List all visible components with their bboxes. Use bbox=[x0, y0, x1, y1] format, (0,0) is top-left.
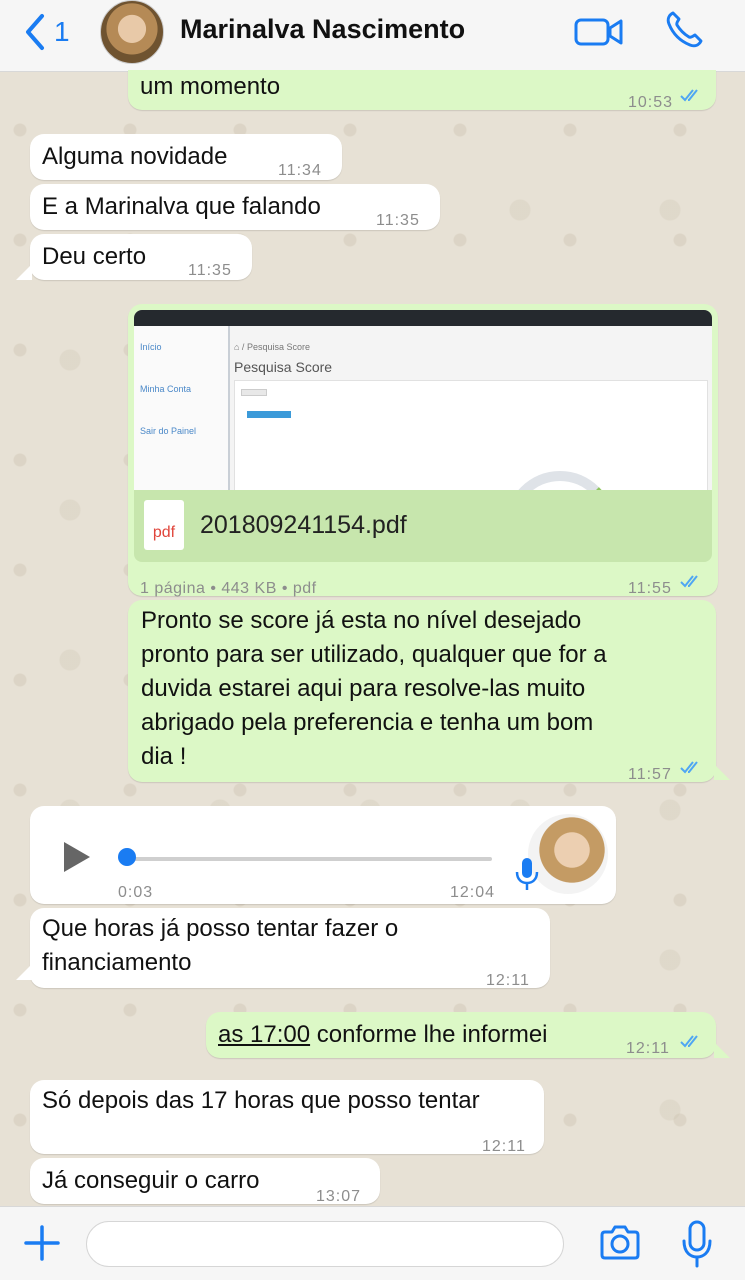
preview-brand: PROBUSCA bbox=[134, 310, 712, 334]
message-bubble-outgoing[interactable]: um momento 10:53 bbox=[128, 70, 716, 111]
pdf-file-icon: pdf bbox=[144, 500, 184, 550]
microphone-icon bbox=[515, 858, 539, 890]
message-text-line: pronto para ser utilizado, qualquer que … bbox=[141, 641, 607, 668]
preview-menu-item: Início bbox=[140, 342, 162, 352]
read-checkmarks-icon bbox=[680, 575, 698, 588]
document-preview[interactable]: PROBUSCA Início Minha Conta Sair do Pain… bbox=[134, 310, 712, 490]
message-bubble-incoming[interactable]: Que horas já posso tentar fazer o financ… bbox=[30, 908, 550, 989]
chat-header: 1 Marinalva Nascimento bbox=[0, 0, 745, 72]
microphone-icon[interactable] bbox=[680, 1219, 714, 1269]
message-time: 10:53 bbox=[628, 94, 674, 111]
message-text-line: abrigado pela preferencia e tenha um bom bbox=[141, 709, 594, 736]
message-text-line: dia ! bbox=[141, 743, 187, 770]
preview-menu-item: Sair do Painel bbox=[140, 426, 197, 436]
message-text-line: Pronto se score já esta no nível desejad… bbox=[141, 607, 582, 634]
camera-icon[interactable] bbox=[598, 1221, 642, 1265]
contact-avatar[interactable] bbox=[100, 0, 164, 64]
preview-button bbox=[241, 389, 267, 396]
phone-icon[interactable] bbox=[664, 10, 704, 50]
play-icon[interactable] bbox=[64, 842, 90, 872]
message-time: 12:11 bbox=[626, 1040, 670, 1057]
read-checkmarks-icon bbox=[680, 89, 698, 102]
message-text-line: Que horas já posso tentar fazer o bbox=[42, 915, 399, 942]
message-time: 11:57 bbox=[628, 766, 672, 783]
bubble-tail bbox=[714, 764, 730, 780]
preview-button bbox=[247, 411, 291, 418]
document-file-name: 201809241154.pdf bbox=[200, 511, 407, 539]
message-time: 11:35 bbox=[188, 262, 232, 279]
message-input[interactable] bbox=[86, 1221, 564, 1267]
preview-sidebar: Início Minha Conta Sair do Painel bbox=[134, 326, 230, 490]
contact-name[interactable]: Marinalva Nascimento bbox=[180, 14, 465, 45]
message-time: 11:35 bbox=[376, 212, 420, 229]
preview-menu-item: Minha Conta bbox=[140, 384, 192, 394]
document-file-bar[interactable]: pdf 201809241154.pdf bbox=[134, 490, 712, 562]
plus-icon[interactable] bbox=[22, 1223, 62, 1263]
message-text-line: duvida estarei aqui para resolve-las mui… bbox=[141, 675, 586, 702]
message-text: Só depois das 17 horas que posso tentar bbox=[42, 1087, 480, 1114]
message-bubble-incoming[interactable]: Só depois das 17 horas que posso tentar … bbox=[30, 1080, 544, 1155]
message-text-line: financiamento bbox=[42, 949, 192, 976]
read-checkmarks-icon bbox=[680, 1035, 698, 1048]
audio-progress-handle[interactable] bbox=[118, 848, 136, 866]
message-time: 12:04 bbox=[450, 884, 496, 901]
sender-avatar bbox=[528, 814, 608, 894]
message-bubble-incoming[interactable]: E a Marinalva que falando 11:35 bbox=[30, 184, 440, 230]
chevron-left-icon bbox=[26, 14, 44, 50]
bubble-tail bbox=[16, 264, 32, 280]
message-bubble-incoming[interactable]: Já conseguir o carro 13:07 bbox=[30, 1158, 380, 1205]
preview-panel bbox=[234, 380, 708, 490]
message-text-rest: conforme lhe informei bbox=[310, 1021, 548, 1048]
document-message[interactable]: PROBUSCA Início Minha Conta Sair do Pain… bbox=[128, 304, 718, 597]
voice-message[interactable]: 0:03 12:04 bbox=[30, 806, 616, 904]
message-time: 12:11 bbox=[486, 972, 530, 989]
bubble-tail bbox=[714, 1042, 730, 1058]
message-bubble-outgoing[interactable]: Pronto se score já esta no nível desejad… bbox=[128, 600, 716, 783]
bubble-tail bbox=[16, 964, 32, 980]
message-time: 11:34 bbox=[278, 162, 322, 179]
video-call-icon[interactable] bbox=[574, 14, 624, 50]
compose-bar bbox=[0, 1206, 745, 1280]
message-bubble-incoming[interactable]: Alguma novidade 11:34 bbox=[30, 134, 342, 180]
read-checkmarks-icon bbox=[680, 761, 698, 774]
preview-heading: Pesquisa Score bbox=[234, 359, 333, 375]
back-button[interactable]: 1 bbox=[22, 12, 82, 52]
message-time: 12:11 bbox=[482, 1138, 526, 1155]
message-bubble-outgoing[interactable]: as 17:00 conforme lhe informei 12:11 bbox=[206, 1012, 716, 1058]
audio-elapsed: 0:03 bbox=[118, 884, 154, 901]
message-bubble-incoming[interactable]: Deu certo 11:35 bbox=[30, 234, 252, 280]
time-link[interactable]: as 17:00 bbox=[218, 1021, 310, 1048]
audio-progress-track[interactable] bbox=[130, 857, 492, 861]
unread-count: 1 bbox=[54, 16, 70, 47]
preview-score-gauge bbox=[505, 471, 615, 490]
